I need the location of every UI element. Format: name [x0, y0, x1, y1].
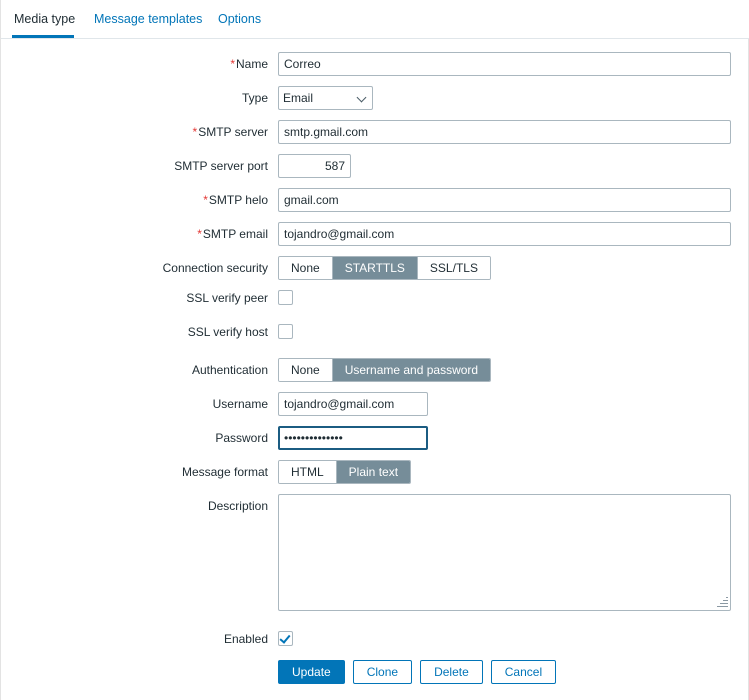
description-wrapper [278, 494, 731, 611]
smtp-server-input[interactable] [278, 120, 731, 144]
label-smtp-helo: *SMTP helo [203, 193, 268, 207]
authentication-option-none[interactable]: None [279, 359, 333, 381]
ssl-verify-host-checkbox[interactable] [278, 324, 293, 339]
required-marker-name: * [230, 57, 235, 71]
message-format-option-html[interactable]: HTML [279, 461, 337, 483]
cancel-button[interactable]: Cancel [490, 660, 557, 684]
ssl-verify-peer-checkbox[interactable] [278, 290, 293, 305]
tab-bar: Media type Message templates Options [1, 0, 749, 39]
type-select-wrapper: Email [278, 86, 373, 110]
label-smtp-email: *SMTP email [197, 227, 268, 241]
tab-media-type-label: Media type [14, 12, 76, 26]
update-button[interactable]: Update [278, 660, 345, 684]
label-description: Description [207, 499, 268, 513]
label-authentication: Authentication [191, 363, 268, 377]
required-marker-smtp-server: * [192, 125, 198, 139]
label-message-format: Message format [181, 465, 268, 479]
label-username: Username [212, 397, 268, 411]
label-password: Password [215, 431, 268, 445]
tab-message-templates[interactable]: Message templates [92, 0, 204, 38]
label-ssl-verify-peer: SSL verify peer [186, 291, 268, 305]
tab-options[interactable]: Options [216, 0, 263, 38]
connection-security-option-none[interactable]: None [279, 257, 333, 279]
smtp-helo-input[interactable] [278, 188, 731, 212]
type-select[interactable]: Email [278, 86, 373, 110]
label-type: Type [241, 91, 268, 105]
connection-security-option-starttls[interactable]: STARTTLS [332, 257, 418, 279]
label-smtp-server: *SMTP server [192, 125, 268, 139]
message-format-segmented: HTML Plain text [278, 460, 412, 484]
smtp-port-input[interactable] [278, 154, 351, 178]
form-action-buttons: Update Clone Delete Cancel [278, 660, 557, 684]
password-input[interactable] [278, 426, 428, 450]
required-marker-smtp-helo: * [203, 193, 208, 207]
tab-media-type[interactable]: Media type [12, 0, 76, 38]
authentication-option-username-password[interactable]: Username and password [332, 359, 491, 381]
label-name: *Name [230, 57, 268, 71]
required-marker-smtp-email: * [197, 227, 202, 241]
enabled-checkbox[interactable] [278, 631, 293, 646]
tab-options-label: Options [218, 12, 262, 26]
clone-button[interactable]: Clone [352, 660, 413, 684]
message-format-option-plain-text[interactable]: Plain text [336, 461, 411, 483]
name-input[interactable] [278, 52, 731, 76]
tab-message-templates-label: Message templates [94, 12, 203, 26]
media-type-form-page: Media type Message templates Options *Na… [0, 0, 749, 700]
authentication-segmented: None Username and password [278, 358, 492, 382]
smtp-email-input[interactable] [278, 222, 731, 246]
connection-security-segmented: None STARTTLS SSL/TLS [278, 256, 491, 280]
label-enabled: Enabled [223, 632, 268, 646]
connection-security-option-ssltls[interactable]: SSL/TLS [417, 257, 490, 279]
label-smtp-port: SMTP server port [174, 159, 268, 173]
delete-button[interactable]: Delete [420, 660, 483, 684]
label-ssl-verify-host: SSL verify host [187, 325, 268, 339]
label-connection-security: Connection security [162, 261, 268, 275]
username-input[interactable] [278, 392, 428, 416]
description-textarea[interactable] [278, 494, 731, 611]
